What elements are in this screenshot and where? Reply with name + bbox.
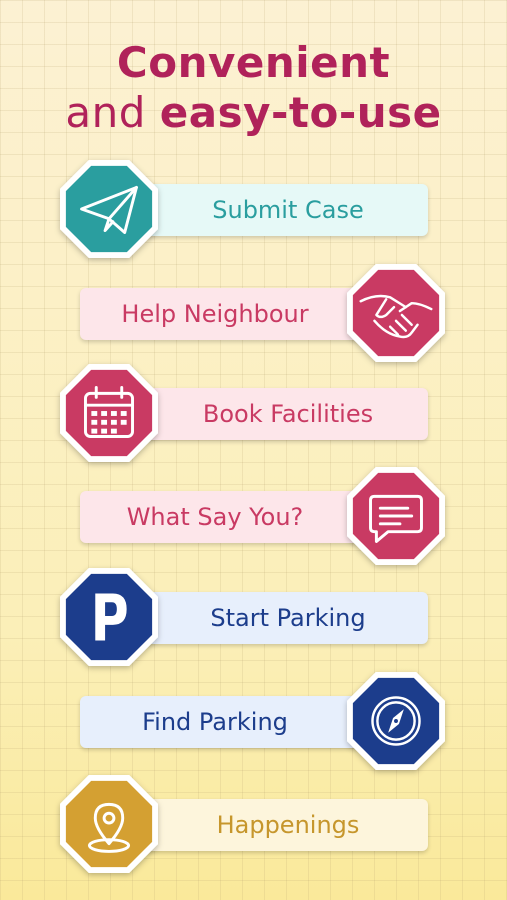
feature-label: Help Neighbour (121, 300, 309, 328)
feature-label: Book Facilities (202, 400, 374, 428)
headline-line-1: Convenient (116, 38, 391, 87)
location-pin-icon (60, 775, 158, 873)
headline-line-2-bold: easy-to-use (159, 88, 442, 137)
feature-label: Happenings (216, 811, 360, 839)
feature-help-neighbour[interactable]: Help Neighbour (0, 262, 507, 366)
headline-line-2-normal: and (65, 88, 146, 137)
feature-find-parking[interactable]: Find Parking (0, 670, 507, 774)
handshake-icon (347, 264, 445, 362)
feature-submit-case[interactable]: Submit Case (0, 158, 507, 262)
feature-book-facilities[interactable]: Book Facilities (0, 362, 507, 466)
feature-happenings[interactable]: Happenings (0, 773, 507, 877)
chat-bubble-icon (347, 467, 445, 565)
page-title: Convenient and easy-to-use (0, 38, 507, 138)
calendar-icon (60, 364, 158, 462)
paper-plane-icon (60, 160, 158, 258)
feature-label: What Say You? (126, 503, 304, 531)
feature-label: Start Parking (210, 604, 366, 632)
feature-what-say-you[interactable]: What Say You? (0, 465, 507, 569)
feature-label: Find Parking (142, 708, 288, 736)
feature-start-parking[interactable]: Start Parking (0, 566, 507, 670)
parking-icon (60, 568, 158, 666)
compass-icon (347, 672, 445, 770)
feature-label: Submit Case (212, 196, 364, 224)
headline-line-2: and easy-to-use (65, 88, 441, 137)
